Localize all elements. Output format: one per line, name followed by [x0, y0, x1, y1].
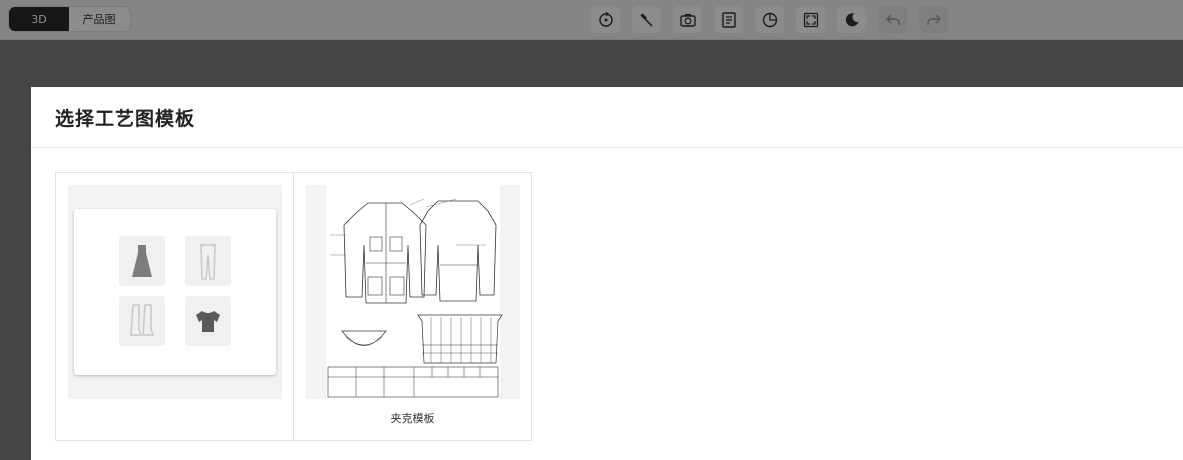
dress-icon [119, 236, 165, 286]
jacket-drawing-image [326, 185, 503, 399]
dialog-header: 选择工艺图模板 [31, 87, 1183, 148]
tshirt-icon [185, 296, 231, 346]
template-dialog: 选择工艺图模板 夹克模板 [31, 87, 1183, 460]
template-card-blank[interactable] [55, 172, 294, 441]
template-grid: 夹克模板 [55, 172, 532, 441]
template-thumbnail [306, 185, 520, 399]
pants-icon [185, 236, 231, 286]
template-label: 夹克模板 [390, 412, 435, 425]
template-card-jacket[interactable]: 夹克模板 [293, 172, 532, 441]
dialog-title: 选择工艺图模板 [55, 107, 196, 130]
template-thumbnail [68, 185, 282, 399]
blank-sheet [74, 209, 276, 375]
socks-icon [119, 296, 165, 346]
